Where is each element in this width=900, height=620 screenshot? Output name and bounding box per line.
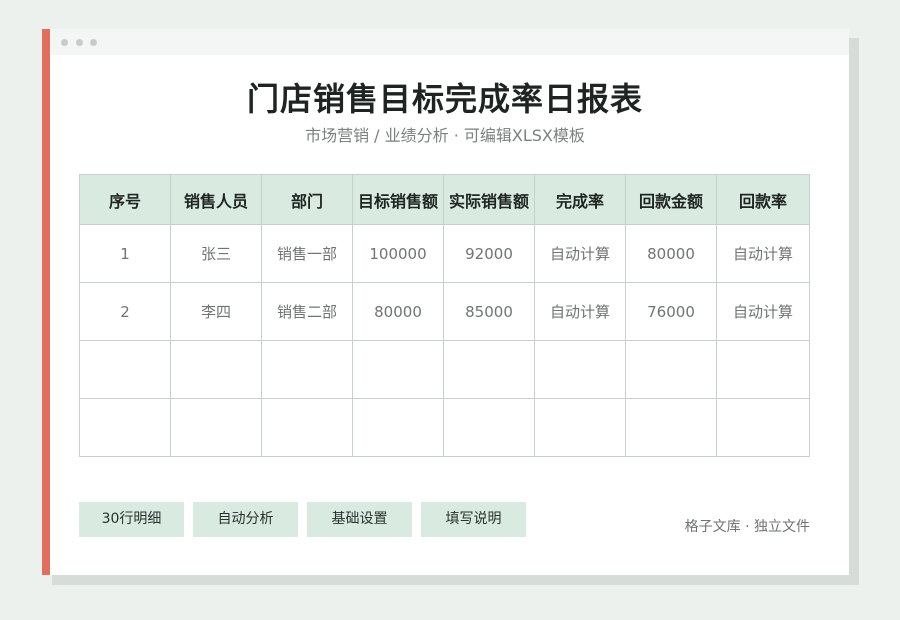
window-topbar (50, 29, 849, 55)
table-cell[interactable] (534, 340, 626, 399)
footer-credit: 格子文库 · 独立文件 (684, 519, 810, 535)
table-cell[interactable]: 自动计算 (534, 224, 626, 283)
table-cell[interactable]: 80000 (625, 224, 717, 283)
table-cell[interactable]: 销售一部 (261, 224, 353, 283)
table-cell[interactable] (443, 398, 535, 457)
table-cell[interactable]: 100000 (352, 224, 444, 283)
column-header-salesperson: 销售人员 (170, 174, 262, 225)
table-cell[interactable]: 80000 (352, 282, 444, 341)
table-cell[interactable] (170, 398, 262, 457)
table-cell[interactable] (443, 340, 535, 399)
sales-table: 序号 销售人员 部门 目标销售额 实际销售额 完成率 回款金额 回款率 1 张三… (79, 174, 810, 457)
accent-bar (42, 29, 50, 575)
report-card: 门店销售目标完成率日报表 市场营销 / 业绩分析 · 可编辑XLSX模板 序号 … (50, 29, 849, 575)
column-header-department: 部门 (261, 174, 353, 225)
table-cell[interactable] (79, 340, 171, 399)
table-cell[interactable] (625, 398, 717, 457)
table-cell[interactable] (261, 340, 353, 399)
table-cell[interactable]: 销售二部 (261, 282, 353, 341)
instructions-button[interactable]: 填写说明 (421, 502, 526, 537)
table-cell[interactable] (79, 398, 171, 457)
column-header-target-sales: 目标销售额 (352, 174, 444, 225)
page-title: 门店销售目标完成率日报表 (246, 80, 643, 118)
table-row (79, 398, 810, 457)
table-cell[interactable] (716, 398, 810, 457)
table-cell[interactable]: 张三 (170, 224, 262, 283)
table-cell[interactable]: 自动计算 (716, 282, 810, 341)
table-cell[interactable] (625, 340, 717, 399)
table-cell[interactable] (716, 340, 810, 399)
analysis-button[interactable]: 自动分析 (193, 502, 298, 537)
column-header-completion-rate: 完成率 (534, 174, 626, 225)
table-cell[interactable]: 自动计算 (716, 224, 810, 283)
window-dot-icon (90, 39, 97, 46)
window-dot-icon (61, 39, 68, 46)
table-cell[interactable]: 李四 (170, 282, 262, 341)
table-cell[interactable] (352, 398, 444, 457)
table-row (79, 340, 810, 399)
page: 门店销售目标完成率日报表 市场营销 / 业绩分析 · 可编辑XLSX模板 序号 … (0, 0, 900, 620)
table-cell[interactable]: 自动计算 (534, 282, 626, 341)
settings-button[interactable]: 基础设置 (307, 502, 412, 537)
table-cell[interactable] (352, 340, 444, 399)
column-header-collected-amount: 回款金额 (625, 174, 717, 225)
column-header-index: 序号 (79, 174, 171, 225)
table-cell[interactable] (170, 340, 262, 399)
table-row: 1 张三 销售一部 100000 92000 自动计算 80000 自动计算 (79, 224, 810, 283)
details-button[interactable]: 30行明细 (79, 502, 184, 537)
table-cell[interactable]: 85000 (443, 282, 535, 341)
table-row: 2 李四 销售二部 80000 85000 自动计算 76000 自动计算 (79, 282, 810, 341)
page-subtitle: 市场营销 / 业绩分析 · 可编辑XLSX模板 (305, 126, 585, 145)
column-header-actual-sales: 实际销售额 (443, 174, 535, 225)
table-cell[interactable]: 1 (79, 224, 171, 283)
table-header-row: 序号 销售人员 部门 目标销售额 实际销售额 完成率 回款金额 回款率 (79, 174, 810, 225)
table-cell[interactable]: 2 (79, 282, 171, 341)
table-cell[interactable] (534, 398, 626, 457)
table-cell[interactable]: 76000 (625, 282, 717, 341)
table-cell[interactable]: 92000 (443, 224, 535, 283)
window-dot-icon (76, 39, 83, 46)
column-header-collection-rate: 回款率 (716, 174, 810, 225)
table-cell[interactable] (261, 398, 353, 457)
